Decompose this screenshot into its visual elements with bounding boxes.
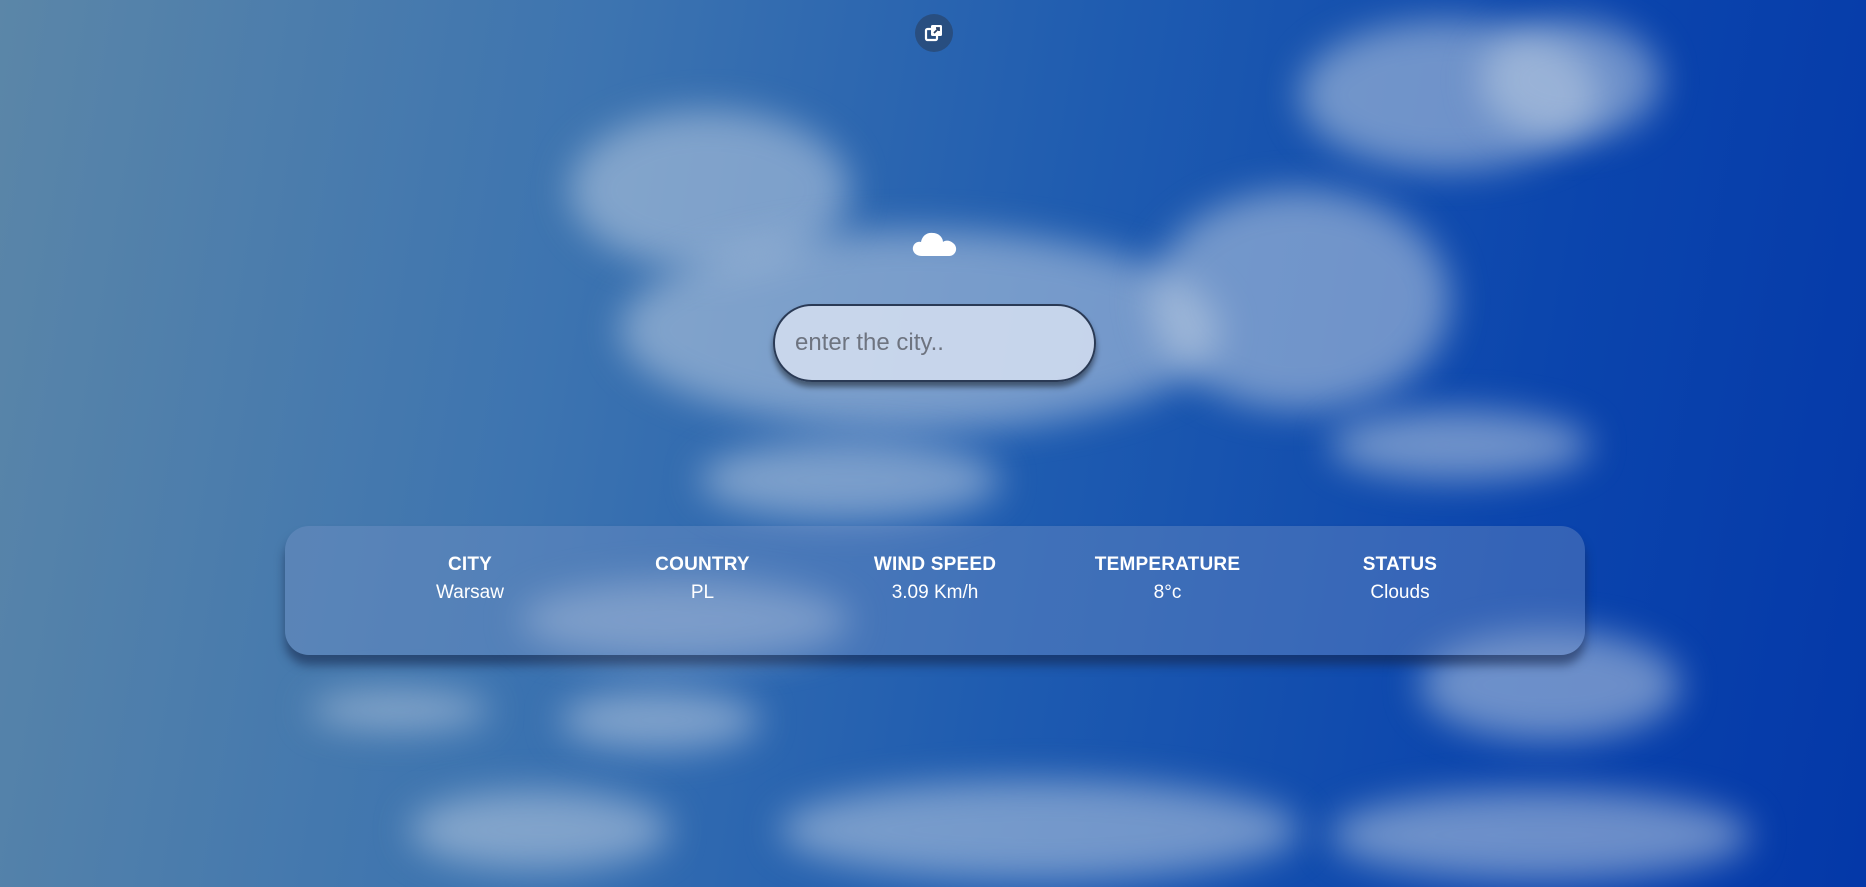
cloud-shape [310, 690, 490, 730]
status-cell: STATUS Clouds [1305, 554, 1495, 604]
cloud-shape [1480, 20, 1660, 140]
city-value: Warsaw [436, 582, 504, 603]
wind-speed-cell: WIND SPEED 3.09 Km/h [840, 554, 1030, 604]
city-search-input[interactable] [773, 304, 1096, 382]
sky-background [0, 0, 1866, 887]
cloud-shape [780, 780, 1300, 880]
temperature-cell: TEMPERATURE 8°c [1073, 554, 1263, 604]
country-cell: COUNTRY PL [608, 554, 798, 604]
external-window-icon [924, 25, 942, 42]
cloud-shape [1330, 410, 1590, 480]
cloud-shape [700, 440, 1000, 520]
city-cell: CITY Warsaw [375, 554, 565, 604]
status-label: STATUS [1362, 554, 1438, 575]
city-label: CITY [447, 554, 493, 575]
wind-speed-value: 3.09 Km/h [891, 582, 979, 603]
temperature-label: TEMPERATURE [1094, 554, 1241, 575]
country-value: PL [690, 582, 715, 603]
weather-info-panel: CITY Warsaw COUNTRY PL WIND SPEED 3.09 K… [285, 526, 1585, 655]
wind-speed-label: WIND SPEED [873, 554, 997, 575]
status-value: Clouds [1370, 582, 1430, 603]
country-label: COUNTRY [655, 554, 750, 575]
cloud-shape [1150, 190, 1450, 410]
cloud-icon [910, 222, 960, 262]
cloud-shape [410, 790, 670, 870]
cloud-shape [560, 690, 760, 750]
cloud-shape [1330, 790, 1750, 880]
temperature-value: 8°c [1153, 582, 1182, 603]
open-external-button[interactable] [915, 14, 953, 52]
